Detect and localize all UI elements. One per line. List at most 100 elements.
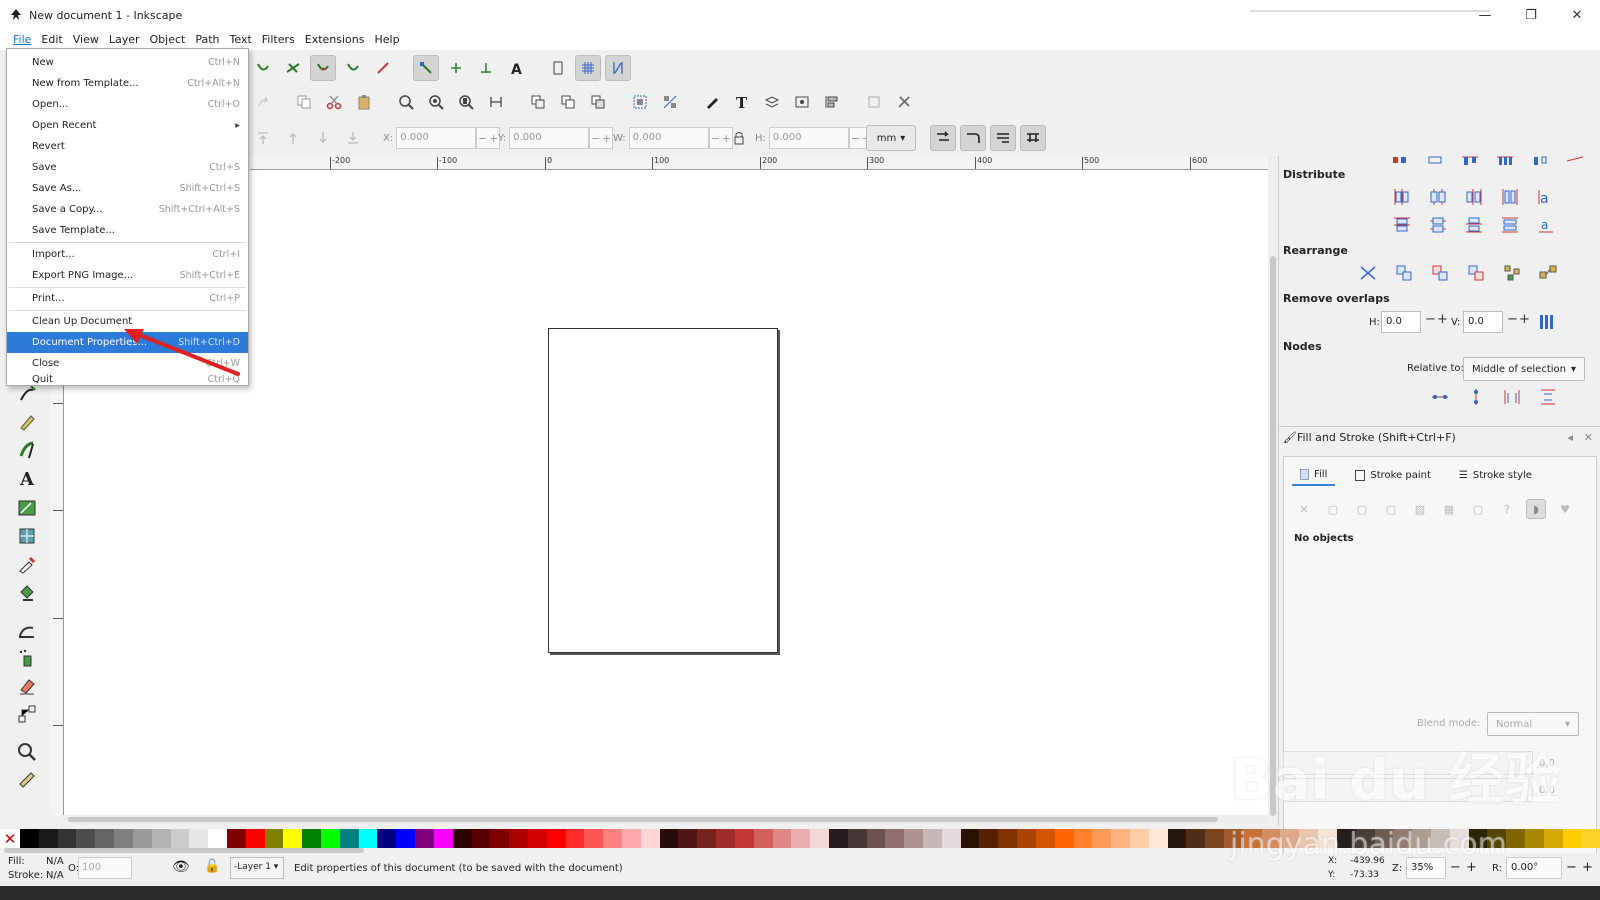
tab-fill[interactable]: Fill — [1292, 465, 1336, 486]
color-swatch[interactable] — [1167, 829, 1187, 848]
distribute-center-icon[interactable] — [1427, 186, 1449, 208]
scroll-thumb[interactable] — [1270, 256, 1276, 816]
paint-bucket-tool-icon[interactable] — [14, 579, 40, 605]
snap-tangent-icon[interactable] — [310, 55, 336, 81]
color-swatch[interactable] — [1506, 829, 1525, 848]
color-swatch[interactable] — [1430, 829, 1450, 848]
color-swatch[interactable] — [1092, 829, 1112, 848]
scale-stroke-icon[interactable] — [930, 125, 956, 151]
h-field[interactable]: 0.000 — [768, 127, 849, 149]
color-swatch[interactable] — [302, 829, 321, 848]
stroke-indicator-value[interactable]: N/A — [46, 870, 64, 881]
transform-patterns-icon[interactable] — [1020, 125, 1046, 151]
color-swatch[interactable] — [509, 829, 528, 848]
dropper-tool-icon[interactable] — [14, 551, 40, 577]
color-swatch[interactable] — [57, 829, 77, 848]
raise-icon[interactable] — [280, 125, 306, 151]
tab-stroke-style[interactable]: ☰ Stroke style — [1451, 465, 1540, 486]
color-swatch[interactable] — [941, 829, 961, 848]
exchange-selection-icon[interactable] — [1429, 262, 1451, 284]
duplicate-icon[interactable] — [525, 89, 551, 115]
document-properties-icon[interactable] — [861, 89, 887, 115]
color-swatch[interactable] — [264, 829, 284, 848]
color-swatch[interactable] — [1449, 829, 1469, 848]
remove-overlaps-icon[interactable] — [1536, 311, 1558, 333]
tab-stroke-paint[interactable]: Stroke paint — [1347, 465, 1439, 486]
color-swatch[interactable] — [490, 829, 510, 848]
snap-guide-icon[interactable] — [605, 55, 631, 81]
color-swatch[interactable] — [415, 829, 434, 848]
randomize-positions-icon[interactable] — [1501, 262, 1523, 284]
color-swatch[interactable] — [377, 829, 397, 848]
overlap-h-minus[interactable]: − — [1425, 312, 1436, 327]
color-swatch[interactable] — [960, 829, 980, 848]
color-swatch[interactable] — [1318, 829, 1337, 848]
rotate-cw-button[interactable]: + — [1582, 860, 1593, 875]
color-swatch[interactable] — [433, 829, 453, 848]
y-stepper[interactable]: − + — [589, 127, 614, 149]
color-swatch[interactable] — [189, 829, 209, 848]
overlap-v-field[interactable]: 0.0 — [1463, 311, 1503, 333]
color-swatch[interactable] — [678, 829, 698, 848]
w-field[interactable]: 0.000 — [628, 127, 709, 149]
fill-stroke-icon[interactable] — [699, 89, 725, 115]
menu-filters[interactable]: Filters — [257, 30, 300, 50]
lock-icon[interactable]: 🔓 — [204, 859, 220, 874]
color-swatch[interactable] — [1393, 829, 1413, 848]
cut-icon[interactable] — [321, 89, 347, 115]
color-swatch[interactable] — [753, 829, 773, 848]
align-icon[interactable] — [1424, 148, 1446, 170]
menu-item-print[interactable]: Print... Ctrl+P — [7, 288, 248, 309]
zoom-tool-icon[interactable] — [14, 739, 40, 765]
exchange-z-order-icon[interactable] — [1465, 262, 1487, 284]
vertical-scrollbar[interactable] — [1268, 156, 1278, 816]
color-swatch[interactable] — [471, 829, 491, 848]
color-swatch[interactable] — [527, 829, 547, 848]
pencil-tool-icon[interactable] — [14, 409, 40, 435]
close-icon[interactable]: ✕ — [1584, 431, 1593, 444]
color-swatch[interactable] — [565, 829, 585, 848]
zoom-field[interactable]: 35% — [1406, 857, 1446, 879]
color-swatch[interactable] — [923, 829, 942, 848]
opacity-field[interactable]: 100 — [78, 857, 132, 879]
connector-tool-icon[interactable] — [14, 701, 40, 727]
snap-perpendicular-icon[interactable] — [340, 55, 366, 81]
menu-item-save[interactable]: Save Ctrl+S — [7, 157, 248, 178]
align-icon[interactable] — [1389, 148, 1411, 170]
distribute-vbaseline-icon[interactable]: a — [1535, 214, 1557, 236]
dock-icon[interactable]: ◂ — [1567, 431, 1573, 444]
radial-gradient-icon[interactable]: ▢ — [1381, 499, 1401, 519]
calligraphy-tool-icon[interactable] — [14, 437, 40, 463]
overlap-v-minus[interactable]: − — [1507, 312, 1518, 327]
color-swatch[interactable] — [1148, 829, 1168, 848]
close-button[interactable]: ✕ — [1554, 0, 1600, 30]
graph-layout-icon[interactable] — [1357, 262, 1379, 284]
color-swatch[interactable] — [95, 829, 115, 848]
color-swatch[interactable] — [170, 829, 190, 848]
redo-icon[interactable] — [250, 89, 276, 115]
menu-file[interactable]: File — [8, 30, 36, 50]
x-stepper[interactable]: − + — [476, 127, 501, 149]
color-swatch[interactable] — [640, 829, 660, 848]
zoom-page-icon[interactable] — [453, 89, 479, 115]
document-page[interactable] — [548, 328, 778, 653]
snap-nodes-icon[interactable] — [413, 55, 439, 81]
group-icon[interactable] — [627, 89, 653, 115]
zoom-selection-icon[interactable] — [393, 89, 419, 115]
zoom-out-button[interactable]: − — [1450, 860, 1461, 875]
distribute-top-icon[interactable] — [1391, 214, 1413, 236]
color-swatch[interactable] — [1355, 829, 1375, 848]
color-swatch[interactable] — [1280, 829, 1300, 848]
spray-tool-icon[interactable] — [14, 645, 40, 671]
menu-item-open-recent[interactable]: Open Recent ▸ — [7, 115, 248, 136]
color-swatch[interactable] — [452, 829, 472, 848]
color-swatch[interactable] — [772, 829, 792, 848]
overlap-h-plus[interactable]: + — [1437, 312, 1448, 327]
menu-item-save-template[interactable]: Save Template... — [7, 220, 248, 241]
color-swatch[interactable] — [132, 829, 152, 848]
color-swatch[interactable] — [546, 829, 566, 848]
snap-center-icon[interactable] — [443, 55, 469, 81]
distribute-baseline-icon[interactable]: a — [1535, 186, 1557, 208]
color-swatch[interactable] — [1412, 829, 1431, 848]
menu-item-save-as[interactable]: Save As... Shift+Ctrl+S — [7, 178, 248, 199]
